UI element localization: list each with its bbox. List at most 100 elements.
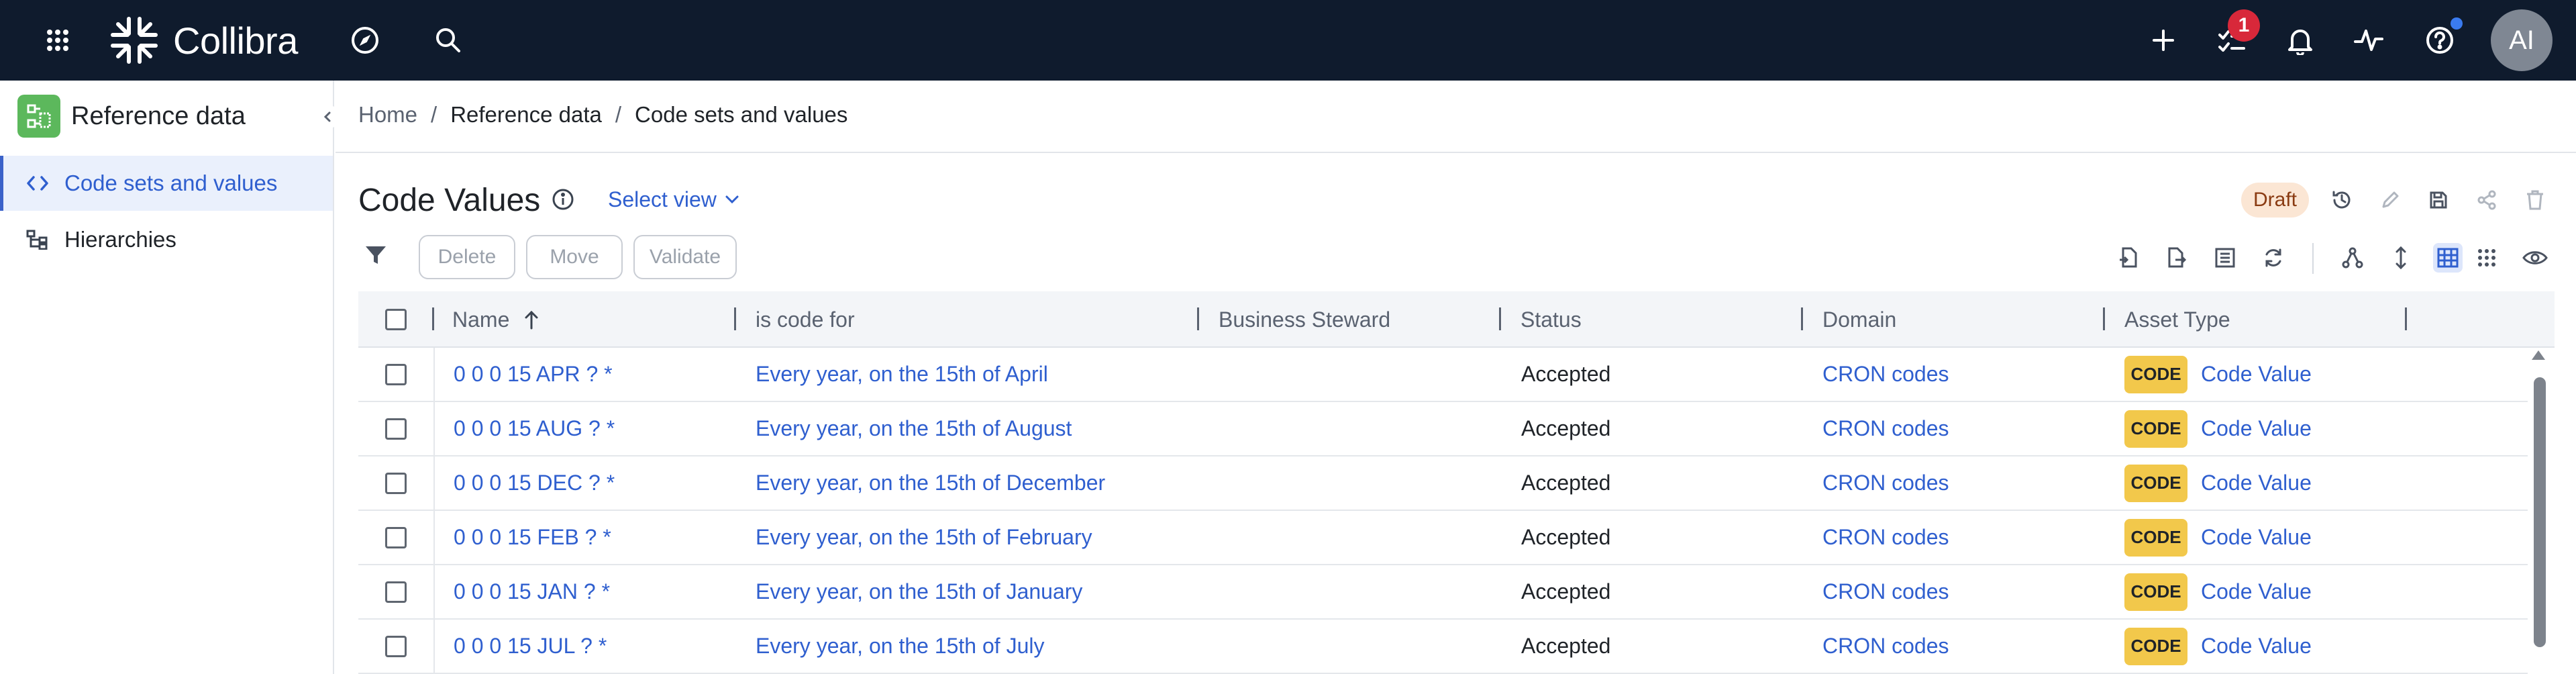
column-resize-handle[interactable]: [2405, 307, 2407, 330]
status-cell: Accepted: [1521, 579, 1611, 604]
row-checkbox[interactable]: [385, 418, 407, 440]
collapse-sidebar-button[interactable]: [315, 105, 340, 129]
table-row[interactable]: 0 0 0 15 JAN ? * Every year, on the 15th…: [358, 565, 2528, 620]
breadcrumb-current: Code sets and values: [635, 102, 848, 127]
list-details-icon[interactable]: [2210, 243, 2240, 273]
asset-type-link[interactable]: Code Value: [2201, 362, 2312, 387]
column-resize-handle[interactable]: [1801, 307, 1803, 330]
domain-link[interactable]: CRON codes: [1822, 402, 1949, 455]
eye-icon[interactable]: [2520, 243, 2550, 273]
code-value-name-link[interactable]: 0 0 0 15 JAN ? *: [454, 565, 610, 618]
brand-name[interactable]: Collibra: [173, 15, 298, 66]
compass-icon[interactable]: [348, 23, 382, 58]
asset-type-cell: CODE Code Value: [2124, 402, 2312, 455]
domain-link[interactable]: CRON codes: [1822, 348, 1949, 401]
code-badge: CODE: [2124, 355, 2187, 393]
column-header-asset-type[interactable]: Asset Type: [2124, 291, 2230, 348]
validate-button[interactable]: Validate: [633, 235, 737, 279]
row-checkbox[interactable]: [385, 473, 407, 494]
is-code-for-link[interactable]: Every year, on the 15th of July: [756, 620, 1044, 673]
is-code-for-link[interactable]: Every year, on the 15th of August: [756, 402, 1072, 455]
sidebar-item-hierarchies[interactable]: Hierarchies: [0, 212, 333, 267]
column-resize-handle[interactable]: [1197, 307, 1199, 330]
column-header-business-steward[interactable]: Business Steward: [1219, 291, 1390, 348]
scrollbar-thumb[interactable]: [2534, 377, 2546, 647]
domain-link[interactable]: CRON codes: [1822, 456, 1949, 510]
is-code-for-link[interactable]: Every year, on the 15th of January: [756, 565, 1082, 618]
table-row[interactable]: 0 0 0 15 DEC ? * Every year, on the 15th…: [358, 456, 2528, 511]
code-badge: CODE: [2124, 410, 2187, 448]
is-code-for-link[interactable]: Every year, on the 15th of February: [756, 511, 1092, 564]
column-header-name[interactable]: Name: [452, 291, 540, 348]
refresh-icon[interactable]: [2259, 243, 2288, 273]
table-header: Name is code for Business Steward Status…: [358, 291, 2555, 348]
row-checkbox[interactable]: [385, 581, 407, 603]
avatar[interactable]: AI: [2491, 9, 2553, 71]
column-header-status[interactable]: Status: [1521, 291, 1582, 348]
code-value-name-link[interactable]: 0 0 0 15 JUL ? *: [454, 620, 607, 673]
search-icon[interactable]: [431, 23, 466, 58]
breadcrumb: Home / Reference data / Code sets and va…: [358, 98, 847, 132]
sidebar-header: Reference data: [17, 94, 246, 138]
code-value-name-link[interactable]: 0 0 0 15 DEC ? *: [454, 456, 615, 510]
code-value-name-link[interactable]: 0 0 0 15 FEB ? *: [454, 511, 611, 564]
import-icon[interactable]: [2114, 243, 2143, 273]
row-checkbox[interactable]: [385, 364, 407, 385]
domain-link[interactable]: CRON codes: [1822, 620, 1949, 673]
select-view-dropdown[interactable]: Select view: [608, 183, 739, 216]
grid-icon[interactable]: [42, 24, 74, 56]
export-icon[interactable]: [2162, 243, 2192, 273]
move-button[interactable]: Move: [526, 235, 623, 279]
vertical-scrollbar[interactable]: [2528, 348, 2548, 674]
domain-link[interactable]: CRON codes: [1822, 511, 1949, 564]
tree-view-icon[interactable]: [2338, 243, 2367, 273]
code-value-name-link[interactable]: 0 0 0 15 AUG ? *: [454, 402, 615, 455]
table-view-icon[interactable]: [2433, 243, 2463, 273]
is-code-for-link[interactable]: Every year, on the 15th of April: [756, 348, 1048, 401]
sidebar-item-code-sets-and-values[interactable]: Code sets and values: [0, 156, 333, 211]
status-cell: Accepted: [1521, 525, 1611, 549]
share-icon[interactable]: [2473, 187, 2500, 213]
code-badge: CODE: [2124, 464, 2187, 502]
table-row[interactable]: 0 0 0 15 JUL ? * Every year, on the 15th…: [358, 620, 2528, 674]
table-row[interactable]: 0 0 0 15 APR ? * Every year, on the 15th…: [358, 348, 2528, 402]
asset-type-link[interactable]: Code Value: [2201, 416, 2312, 441]
asset-type-link[interactable]: Code Value: [2201, 471, 2312, 495]
column-resize-handle[interactable]: [734, 307, 736, 330]
column-header-domain[interactable]: Domain: [1822, 291, 1896, 348]
breadcrumb-separator: /: [615, 102, 622, 127]
select-all-checkbox[interactable]: [385, 309, 407, 330]
save-icon[interactable]: [2425, 187, 2452, 213]
collibra-logo-icon[interactable]: [107, 12, 161, 68]
activity-icon[interactable]: [2351, 23, 2386, 58]
column-resize-handle[interactable]: [432, 307, 434, 330]
code-value-name-link[interactable]: 0 0 0 15 APR ? *: [454, 348, 613, 401]
grid-view-icon[interactable]: [2472, 243, 2502, 273]
asset-type-link[interactable]: Code Value: [2201, 525, 2312, 550]
table-row[interactable]: 0 0 0 15 FEB ? * Every year, on the 15th…: [358, 511, 2528, 565]
trash-icon[interactable]: [2522, 187, 2548, 213]
edit-icon[interactable]: [2377, 187, 2404, 213]
asset-type-link[interactable]: Code Value: [2201, 634, 2312, 659]
plus-icon[interactable]: [2147, 24, 2179, 56]
bell-icon[interactable]: [2283, 23, 2318, 58]
scroll-up-arrow-icon[interactable]: [2528, 348, 2548, 364]
asset-type-link[interactable]: Code Value: [2201, 579, 2312, 604]
breadcrumb-reference-data[interactable]: Reference data: [450, 102, 602, 128]
breadcrumb-home[interactable]: Home: [358, 102, 417, 128]
column-resize-handle[interactable]: [1499, 307, 1501, 330]
code-badge: CODE: [2124, 518, 2187, 557]
delete-button[interactable]: Delete: [419, 235, 515, 279]
column-resize-handle[interactable]: [2103, 307, 2105, 330]
row-checkbox[interactable]: [385, 527, 407, 548]
column-header-is-code-for[interactable]: is code for: [756, 291, 855, 348]
row-checkbox[interactable]: [385, 636, 407, 657]
is-code-for-link[interactable]: Every year, on the 15th of December: [756, 456, 1105, 510]
history-icon[interactable]: [2328, 187, 2355, 213]
column-header-label: Name: [452, 307, 510, 332]
domain-link[interactable]: CRON codes: [1822, 565, 1949, 618]
info-icon[interactable]: [552, 188, 574, 211]
filter-icon[interactable]: [364, 243, 388, 267]
row-height-icon[interactable]: [2386, 243, 2416, 273]
table-row[interactable]: 0 0 0 15 AUG ? * Every year, on the 15th…: [358, 402, 2528, 456]
